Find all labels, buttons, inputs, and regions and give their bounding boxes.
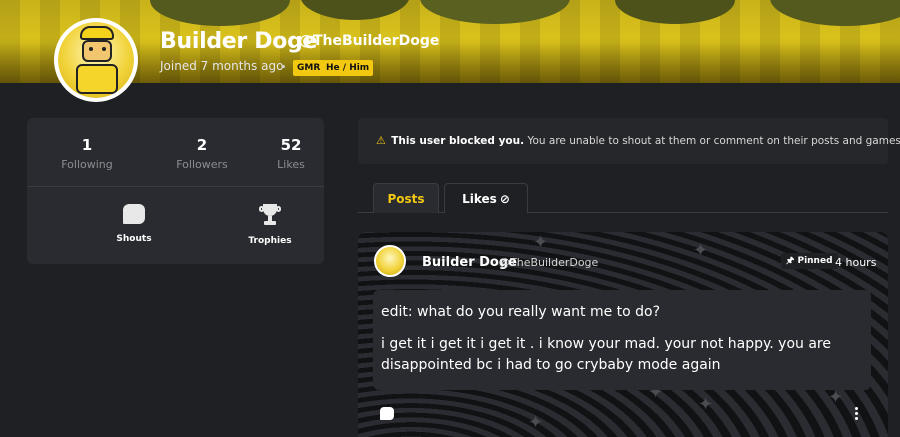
blocked-notice-text: You are unable to shout at them or comme… (524, 135, 900, 147)
separator-dot (282, 65, 285, 68)
followers-label: Followers (176, 158, 228, 171)
following-label: Following (61, 158, 113, 171)
followers-count: 2 (196, 136, 208, 154)
likes-count: 52 (280, 136, 302, 154)
profile-handle: @TheBuilderDoge (299, 33, 440, 49)
likes-stat[interactable]: 52 Likes (246, 136, 336, 171)
trophy-icon (259, 204, 281, 226)
tab-likes-label: Likes (462, 192, 497, 206)
badge-pronouns: He / Him (322, 60, 374, 76)
chat-bubble-icon (123, 204, 145, 224)
blocked-notice: ⚠ This user blocked you. You are unable … (358, 118, 900, 164)
kebab-menu-icon[interactable] (855, 407, 859, 421)
tab-likes[interactable]: Likes ⊘ (444, 183, 528, 213)
post-card: ✦ ✦ ✦ ✦ ✦ ✦ Builder Doge @TheBuilderDoge… (358, 232, 888, 437)
profile-avatar[interactable] (54, 18, 138, 102)
shouts-button[interactable]: Shouts (94, 204, 174, 244)
post-author-handle: @TheBuilderDoge (499, 256, 599, 269)
tab-posts[interactable]: Posts (373, 183, 439, 213)
shouts-label: Shouts (116, 234, 152, 244)
post-author-avatar[interactable] (374, 245, 406, 277)
pinned-badge: 🖈 Pinned (781, 253, 838, 269)
stats-divider (27, 186, 324, 187)
blocked-notice-title: This user blocked you. (391, 135, 525, 147)
post-text-line: edit: what do you really want me to do? (381, 304, 661, 320)
following-count: 1 (81, 136, 93, 154)
followers-stat[interactable]: 2 Followers (157, 136, 247, 171)
pinned-label: Pinned (797, 256, 833, 266)
profile-display-name: Builder Doge (160, 29, 318, 54)
profile-stats-card: 1 Following 2 Followers 52 Likes Shouts … (27, 118, 324, 264)
comment-icon[interactable] (380, 407, 394, 420)
post-text-line: i get it i get it i get it . i know your… (381, 336, 831, 373)
tab-posts-label: Posts (387, 192, 425, 206)
eye-slash-icon: ⊘ (499, 192, 510, 206)
trophies-button[interactable]: Trophies (230, 204, 310, 246)
warning-icon: ⚠ (376, 134, 386, 147)
pin-icon: 🖈 (786, 256, 795, 266)
likes-label: Likes (277, 158, 305, 171)
following-stat[interactable]: 1 Following (42, 136, 132, 171)
profile-joined-date: Joined 7 months ago (160, 59, 284, 73)
badge-gmr: GMR (293, 60, 325, 76)
post-content: edit: what do you really want me to do? … (373, 290, 871, 390)
post-timestamp: 4 hours (835, 256, 877, 269)
trophies-label: Trophies (248, 236, 292, 246)
